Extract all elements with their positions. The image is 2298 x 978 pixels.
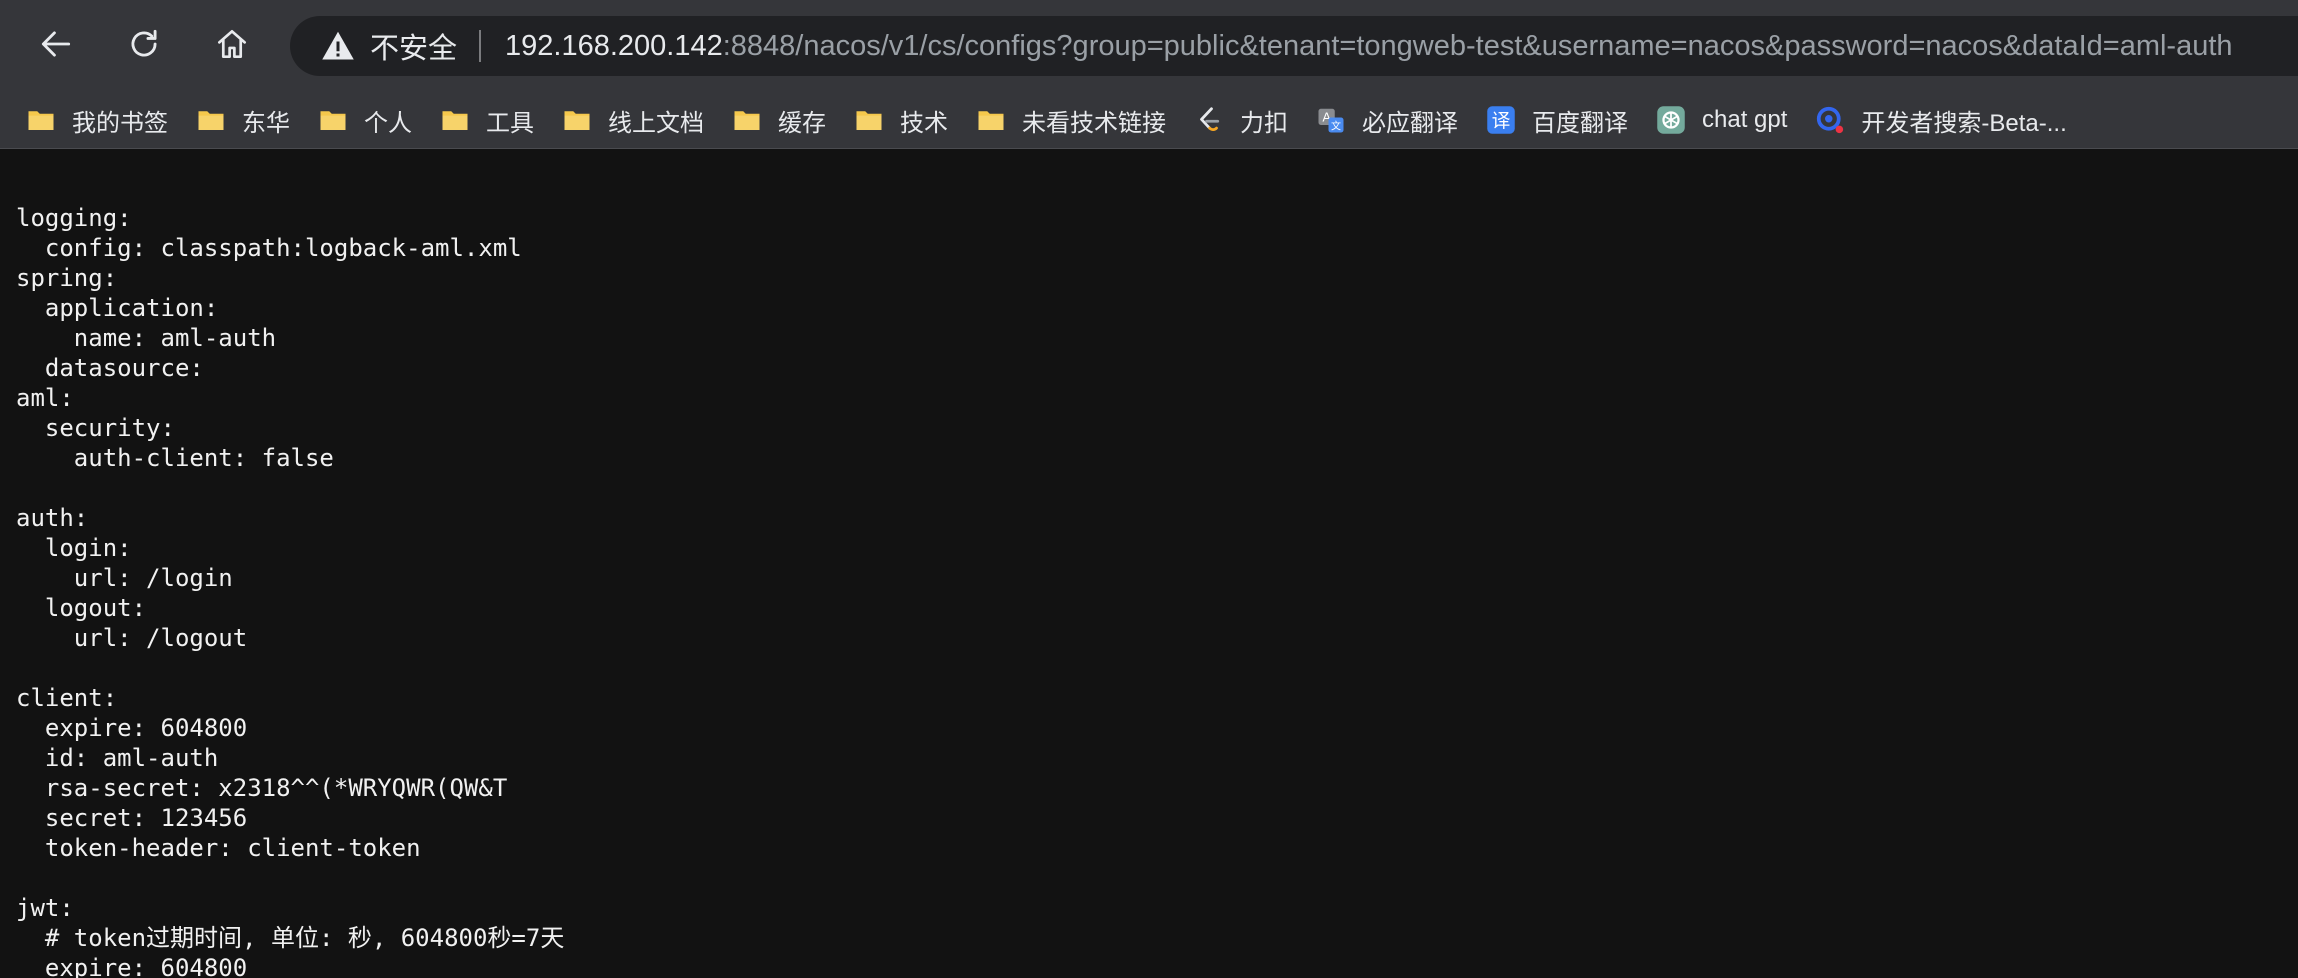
bookmark-label: 个人 bbox=[364, 109, 412, 137]
folder-icon bbox=[562, 105, 592, 135]
config-line: logout: bbox=[16, 594, 147, 622]
bookmark-label: 技术 bbox=[900, 109, 948, 137]
config-line: expire: 604800 bbox=[16, 714, 248, 742]
url-path[interactable]: :8848/nacos/v1/cs/configs?group=public&t… bbox=[723, 30, 2233, 63]
bookmark-label: 必应翻译 bbox=[1362, 109, 1458, 137]
folder-icon bbox=[196, 105, 226, 135]
folder-icon bbox=[26, 105, 56, 135]
folder-icon bbox=[440, 105, 470, 135]
config-line: url: /logout bbox=[16, 624, 248, 652]
home-button[interactable] bbox=[204, 18, 260, 74]
config-line: jwt: bbox=[16, 894, 74, 922]
bookmark-label: 百度翻译 bbox=[1532, 109, 1628, 137]
config-line: token-header: client-token bbox=[16, 834, 421, 862]
bookmark-jishu[interactable]: 技术 bbox=[840, 98, 958, 142]
config-line: secret: 123456 bbox=[16, 804, 248, 832]
chatgpt-icon bbox=[1656, 105, 1686, 135]
bookmark-wodeshuqian[interactable]: 我的书签 bbox=[12, 98, 178, 142]
config-text: logging: config: classpath:logback-aml.x… bbox=[0, 149, 2298, 978]
bookmark-label: 未看技术链接 bbox=[1022, 109, 1166, 137]
config-line: id: aml-auth bbox=[16, 744, 219, 772]
bookmark-label: 工具 bbox=[486, 109, 534, 137]
config-line: auth: bbox=[16, 504, 89, 532]
browser-toolbar: 不安全 192.168.200.142:8848/nacos/v1/cs/con… bbox=[0, 0, 2298, 92]
folder-icon bbox=[854, 105, 884, 135]
address-bar[interactable]: 不安全 192.168.200.142:8848/nacos/v1/cs/con… bbox=[290, 16, 2298, 76]
bookmark-label: 力扣 bbox=[1240, 109, 1288, 137]
folder-icon bbox=[976, 105, 1006, 135]
bookmark-label: 我的书签 bbox=[72, 109, 168, 137]
omnibox-divider bbox=[479, 30, 482, 62]
bookmark-xianshangwendang[interactable]: 线上文档 bbox=[548, 98, 714, 142]
bookmark-chatgpt[interactable]: chat gpt bbox=[1642, 98, 1797, 142]
bookmark-weikanjishulianjie[interactable]: 未看技术链接 bbox=[962, 98, 1176, 142]
bookmark-donghua[interactable]: 东华 bbox=[182, 98, 300, 142]
config-line: # token过期时间, 单位: 秒, 604800秒=7天 bbox=[16, 924, 565, 952]
bookmark-baidu-translate[interactable]: 译 百度翻译 bbox=[1472, 98, 1638, 142]
home-icon bbox=[213, 25, 251, 68]
config-line: aml: bbox=[16, 384, 74, 412]
bookmark-bing-translate[interactable]: A文 必应翻译 bbox=[1302, 98, 1468, 142]
bookmark-huancun[interactable]: 缓存 bbox=[718, 98, 836, 142]
bookmark-label: chat gpt bbox=[1702, 106, 1788, 133]
config-line: security: bbox=[16, 414, 175, 442]
config-line: rsa-secret: x2318^^(*WRYQWR(QW&T bbox=[16, 774, 508, 802]
arrow-left-icon bbox=[37, 25, 75, 68]
bookmark-label: 缓存 bbox=[778, 109, 826, 137]
svg-text:文: 文 bbox=[1331, 119, 1341, 132]
config-line: expire: 604800 bbox=[16, 954, 248, 978]
config-line: client: bbox=[16, 684, 118, 712]
config-line: url: /login bbox=[16, 564, 233, 592]
bookmark-leetcode[interactable]: 力扣 bbox=[1180, 98, 1298, 142]
bookmark-label: 线上文档 bbox=[608, 109, 704, 137]
security-label[interactable]: 不安全 bbox=[370, 25, 457, 67]
config-line: spring: bbox=[16, 264, 118, 292]
config-line: logging: bbox=[16, 204, 132, 232]
config-line: application: bbox=[16, 294, 219, 322]
bing-translate-icon: A文 bbox=[1316, 105, 1346, 135]
bookmarks-bar: 我的书签 东华 个人 工具 线上文档 缓存 技术 未看技术链接 力扣 A文 必应… bbox=[0, 92, 2298, 149]
config-line: datasource: bbox=[16, 354, 204, 382]
config-line: name: aml-auth bbox=[16, 324, 277, 352]
bookmark-gongju[interactable]: 工具 bbox=[426, 98, 544, 142]
config-line: auth-client: false bbox=[16, 444, 334, 472]
leetcode-icon bbox=[1194, 105, 1224, 135]
bookmark-label: 开发者搜索-Beta-... bbox=[1861, 109, 2067, 137]
svg-text:译: 译 bbox=[1492, 111, 1511, 132]
back-button[interactable] bbox=[28, 18, 84, 74]
reload-icon bbox=[125, 25, 163, 68]
reload-button[interactable] bbox=[116, 18, 172, 74]
folder-icon bbox=[732, 105, 762, 135]
config-line: config: classpath:logback-aml.xml bbox=[16, 234, 522, 262]
page-content: logging: config: classpath:logback-aml.x… bbox=[0, 149, 2298, 978]
bookmark-dev-search[interactable]: 开发者搜索-Beta-... bbox=[1801, 98, 2076, 142]
folder-icon bbox=[318, 105, 348, 135]
dev-search-icon bbox=[1815, 105, 1845, 135]
bookmark-label: 东华 bbox=[242, 109, 290, 137]
baidu-translate-icon: 译 bbox=[1486, 105, 1516, 135]
warning-triangle-icon[interactable] bbox=[320, 28, 356, 64]
url-host[interactable]: 192.168.200.142 bbox=[505, 30, 723, 63]
bookmark-geren[interactable]: 个人 bbox=[304, 98, 422, 142]
config-line: login: bbox=[16, 534, 132, 562]
